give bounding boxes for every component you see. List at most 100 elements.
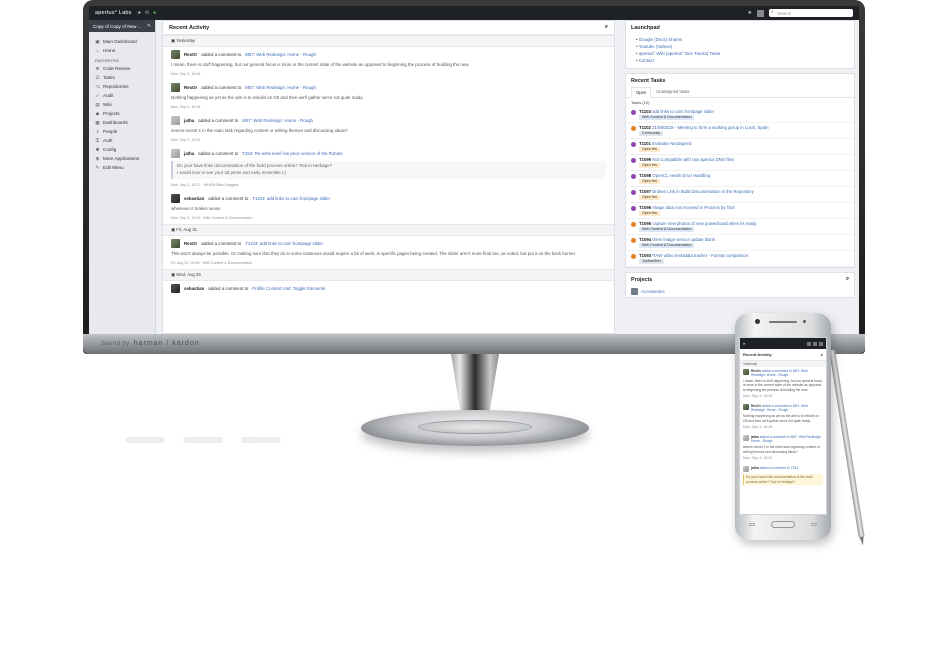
task-row[interactable]: T1094 three image sensor update blank Web… (626, 235, 854, 251)
activity-item: RexOr added a comment to T1103: add links … (171, 238, 577, 265)
sidebar-item-main-dashboard[interactable]: ▣ Main Dashboard (89, 37, 155, 46)
sidebar-item-edit-menu[interactable]: ✎ Edit Menu (89, 163, 155, 172)
task-title[interactable]: T1101 Evaluate NextSpeed (639, 141, 691, 146)
launchpad-link[interactable]: Contact (636, 57, 844, 64)
project-tag[interactable]: Toolbar/Dev (639, 259, 665, 264)
phone-activity-item: RexOr added a comment to M57: Web Redesi… (743, 369, 822, 399)
project-tag[interactable]: Open Hw (639, 179, 660, 184)
avatar[interactable] (171, 193, 180, 203)
notifications-icon[interactable] (807, 341, 811, 346)
sidebar-item-auth[interactable]: ⚿ Auth (89, 136, 155, 145)
launchpad-link[interactable]: apertus° Wiki (apertus° Dev Tracks) Team (636, 50, 844, 57)
sidebar-item-code-review[interactable]: ⚙ Code Review (89, 64, 155, 73)
project-tag[interactable]: Web Content & Documentation (639, 243, 695, 248)
tab-open[interactable]: Open (631, 87, 652, 98)
task-row[interactable]: T1103 add links to cam frontpage slider W… (626, 107, 854, 123)
current-dashboard[interactable]: Copy of Copy of New ... ✎ (89, 20, 155, 32)
user-avatar[interactable] (757, 9, 764, 17)
avatar[interactable] (743, 369, 749, 375)
avatar[interactable] (743, 435, 749, 442)
task-title[interactable]: T1096 Image data not received in Process… (639, 205, 734, 210)
app-logo[interactable]: apertus° Labs (95, 10, 132, 16)
priority-icon (631, 174, 636, 179)
launchpad-link[interactable]: Google (Docs) Shares (636, 36, 844, 43)
avatar[interactable] (171, 83, 180, 93)
user-avatar[interactable] (813, 341, 817, 346)
task-title[interactable]: T1098 OpenCL needs Error Handling (639, 173, 710, 178)
activity-link[interactable]: M57: Web Redesign: Home - Rough (242, 118, 313, 123)
priority-icon (631, 110, 636, 115)
brand-label: Sound by harman / kardon (101, 340, 200, 347)
avatar[interactable] (743, 466, 749, 473)
auth-icon: ⚿ (95, 138, 100, 143)
task-title[interactable]: T1094 three image sensor update blank (639, 237, 715, 242)
task-row[interactable]: T1096 Image data not received in Process… (626, 203, 854, 219)
sidebar-item-home[interactable]: ⌂ Home (89, 46, 155, 55)
status-icon[interactable]: ● (153, 10, 156, 16)
project-item[interactable]: Accessories (626, 286, 854, 297)
sidebar-item-config[interactable]: ✱ Config (89, 145, 155, 154)
monitor-stand-ring (418, 420, 532, 434)
day-header: ▣ Yesterday (163, 35, 614, 47)
home-button[interactable] (771, 521, 795, 528)
task-row[interactable]: T1099 Not Compatible with raw apertus DN… (626, 155, 854, 171)
avatar[interactable] (171, 149, 180, 159)
priority-icon (631, 190, 636, 195)
task-title[interactable]: T1097 Broken Link in Build Documentation… (639, 189, 754, 194)
search-icon[interactable]: ⌕ (821, 352, 823, 357)
avatar[interactable] (171, 238, 180, 248)
search-icon[interactable]: ⌕ (605, 24, 608, 31)
activity-link[interactable]: Profile Content Unit: Toggle Elements (252, 286, 325, 291)
tab-unassigned[interactable]: Unassigned tasks (652, 87, 693, 97)
task-title[interactable]: T1102 21/08/2018 - Meeting to form a wor… (639, 125, 768, 130)
priority-icon (631, 126, 636, 131)
task-title[interactable]: T1099 Not Compatible with raw apertus DN… (639, 157, 734, 162)
launchpad-link[interactable]: Youtube (Videos) (636, 43, 844, 50)
phone-activity-item: jatha added a comment to M57: Web Redesi… (743, 435, 822, 461)
sidebar-item-more-applications[interactable]: ⊞ More Applications (89, 154, 155, 163)
notifications-icon[interactable]: ♣ (138, 10, 141, 16)
edit-icon[interactable]: ✎ (147, 23, 151, 29)
activity-link[interactable]: T1103: add links to cam frontpage slider (245, 241, 323, 246)
project-tag[interactable]: Open Hw (639, 211, 660, 216)
back-button[interactable] (811, 523, 817, 526)
sidebar-item-wiki[interactable]: ▤ Wiki (89, 100, 155, 109)
task-title[interactable]: T1103 add links to cam frontpage slider (639, 109, 714, 114)
activity-link[interactable]: M57: Web Redesign: Home - Rough (245, 52, 316, 57)
activity-link[interactable]: T1103: add links to cam frontpage slider (252, 196, 330, 201)
avatar[interactable] (171, 50, 180, 59)
project-tag[interactable]: Open Hw (639, 163, 660, 168)
sidebar-item-audit[interactable]: ✓ Audit (89, 91, 155, 100)
task-row[interactable]: T1098 OpenCL needs Error Handling Open Hw (626, 171, 854, 187)
project-tag[interactable]: Open Hw (639, 195, 660, 200)
activity-item: RexOr added a comment to M57: Web Redesign… (171, 50, 470, 77)
star-icon[interactable]: ★ (748, 10, 752, 16)
sidebar-item-dashboards[interactable]: ▦ Dashboards (89, 118, 155, 127)
search-icon[interactable]: ⌕ (846, 276, 849, 283)
search-icon[interactable] (819, 341, 823, 346)
task-row[interactable]: T1097 Broken Link in Build Documentation… (626, 187, 854, 203)
menu-icon[interactable]: ≡ (743, 342, 745, 346)
avatar[interactable] (171, 284, 180, 293)
project-tag[interactable]: Web Content & Documentation (639, 227, 695, 232)
activity-link[interactable]: T253: Re-write level low price version o… (242, 151, 342, 156)
avatar[interactable] (743, 404, 749, 411)
chat-icon[interactable]: ✉ (145, 10, 149, 16)
activity-link[interactable]: M57: Web Redesign: Home - Rough (245, 85, 316, 90)
task-row[interactable]: T1102 21/08/2018 - Meeting to form a wor… (626, 123, 854, 139)
task-title[interactable]: T1093 RAW video metadata tracker - Forma… (639, 253, 748, 258)
sidebar-item-tasks[interactable]: ☑ Tasks (89, 73, 155, 82)
recent-apps-button[interactable] (749, 523, 755, 526)
task-row[interactable]: T1101 Evaluate NextSpeed Open Hw (626, 139, 854, 155)
search-input[interactable]: ⌕ Search (769, 9, 853, 17)
task-row[interactable]: T1093 RAW video metadata tracker - Forma… (626, 251, 854, 267)
project-tag[interactable]: Community (639, 131, 664, 136)
task-row[interactable]: T1095 capture new photos of new powerboa… (626, 219, 854, 235)
project-tag[interactable]: Open Hw (639, 147, 660, 152)
sidebar-item-people[interactable]: ☺ People (89, 127, 155, 136)
sidebar-item-repositories[interactable]: ⌥ Repositories (89, 82, 155, 91)
task-title[interactable]: T1095 capture new photos of new powerboa… (639, 221, 757, 226)
project-tag[interactable]: Web Content & Documentation (639, 115, 695, 120)
avatar[interactable] (171, 116, 180, 126)
sidebar-item-projects[interactable]: ◆ Projects (89, 109, 155, 118)
